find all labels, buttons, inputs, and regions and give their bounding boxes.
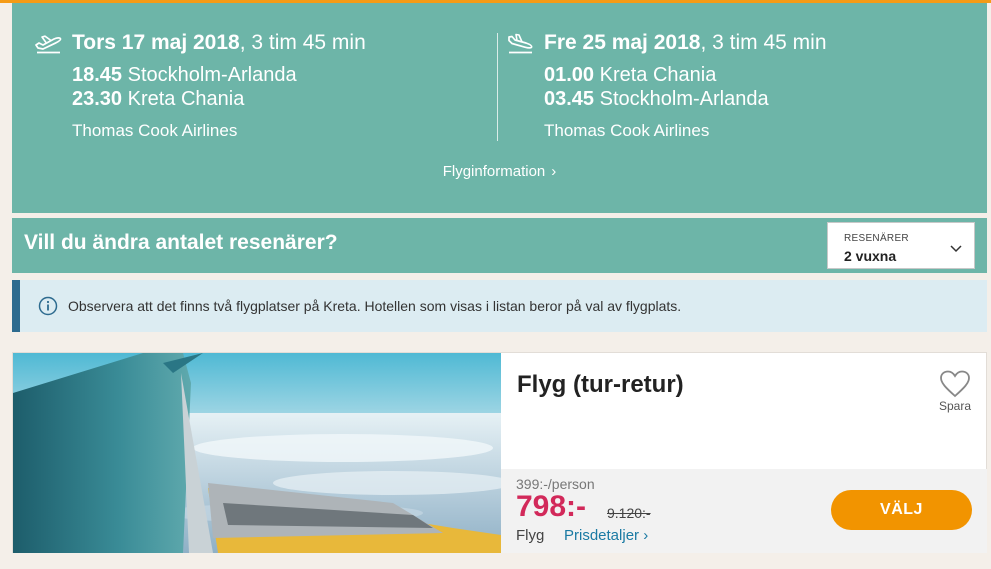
passenger-question: Vill du ändra antalet resenärer? bbox=[24, 231, 338, 254]
passenger-select-label: RESENÄRER bbox=[844, 233, 909, 244]
return-date: Fre 25 maj 2018 bbox=[544, 31, 701, 54]
old-price: 9.120:- bbox=[607, 505, 651, 521]
passenger-select-value: 2 vuxna bbox=[844, 248, 897, 264]
outbound-leg: Tors 17 maj 2018, 3 tim 45 min 18.45 Sto… bbox=[34, 29, 366, 141]
offer-title: Flyg (tur-retur) bbox=[517, 371, 684, 398]
passenger-bar: Vill du ändra antalet resenärer? RESENÄR… bbox=[12, 218, 987, 273]
flight-info-link[interactable]: Flyginformation › bbox=[443, 163, 557, 180]
info-notice: Observera att det finns två flygplatser … bbox=[12, 280, 987, 332]
heart-icon bbox=[940, 370, 970, 398]
flight-offer-card: Flyg (tur-retur) Spara 399:-/person 798:… bbox=[12, 352, 987, 553]
total-price: 798:- bbox=[516, 490, 587, 523]
return-leg: Fre 25 maj 2018, 3 tim 45 min 01.00 Kret… bbox=[506, 29, 827, 141]
outbound-departure: 18.45 Stockholm-Arlanda bbox=[72, 64, 297, 86]
return-airline: Thomas Cook Airlines bbox=[544, 121, 710, 140]
select-button[interactable]: VÄLJ bbox=[831, 490, 972, 530]
save-button[interactable]: Spara bbox=[935, 369, 975, 413]
outbound-date: Tors 17 maj 2018 bbox=[72, 31, 240, 54]
passenger-select[interactable]: RESENÄRER 2 vuxna bbox=[827, 222, 975, 269]
leg-divider bbox=[497, 33, 498, 141]
save-label: Spara bbox=[938, 399, 972, 413]
outbound-airline: Thomas Cook Airlines bbox=[72, 121, 238, 140]
chevron-right-icon: › bbox=[643, 527, 649, 544]
chevron-down-icon bbox=[950, 245, 962, 253]
plane-takeoff-icon bbox=[35, 35, 62, 54]
return-departure: 01.00 Kreta Chania bbox=[544, 64, 717, 86]
price-details-link[interactable]: Prisdetaljer › bbox=[564, 527, 648, 544]
chevron-right-icon: › bbox=[551, 163, 557, 180]
offer-type-label: Flyg bbox=[516, 527, 545, 544]
info-icon bbox=[38, 296, 58, 316]
return-duration: , 3 tim 45 min bbox=[700, 31, 827, 54]
outbound-arrival: 23.30 Kreta Chania bbox=[72, 88, 245, 110]
outbound-duration: , 3 tim 45 min bbox=[239, 31, 366, 54]
return-arrival: 03.45 Stockholm-Arlanda bbox=[544, 88, 769, 110]
plane-landing-icon bbox=[508, 33, 533, 54]
notice-text: Observera att det finns två flygplatser … bbox=[68, 298, 682, 314]
price-area: 399:-/person 798:- 9.120:- Flyg Prisdeta… bbox=[501, 469, 987, 553]
airplane-wing-image bbox=[13, 353, 501, 553]
flight-summary-panel: Tors 17 maj 2018, 3 tim 45 min 18.45 Sto… bbox=[12, 3, 987, 213]
